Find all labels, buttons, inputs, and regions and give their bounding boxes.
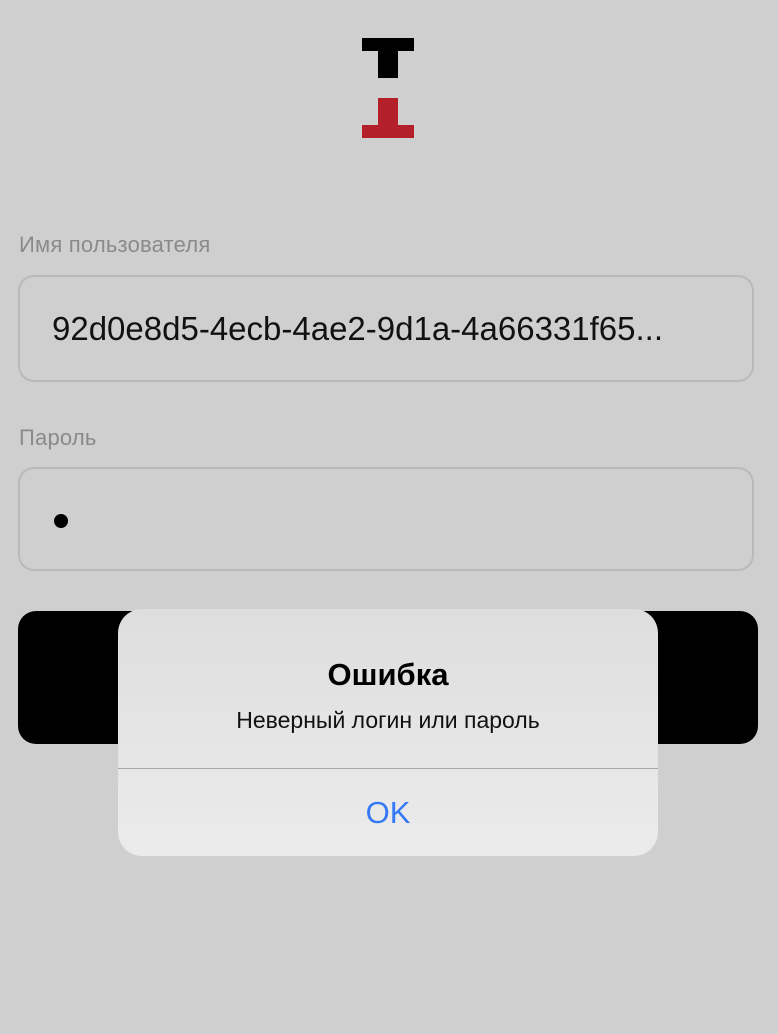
alert-message: Неверный логин или пароль: [236, 707, 540, 733]
alert-title: Ошибка: [327, 657, 449, 692]
error-alert-dialog: Ошибка Неверный логин или пароль OK: [118, 609, 658, 856]
login-screen: Имя пользователя 92d0e8d5-4ecb-4ae2-9d1a…: [0, 0, 778, 1034]
alert-ok-button[interactable]: OK: [118, 769, 658, 856]
alert-overlay: Ошибка Неверный логин или пароль OK: [0, 0, 778, 1034]
